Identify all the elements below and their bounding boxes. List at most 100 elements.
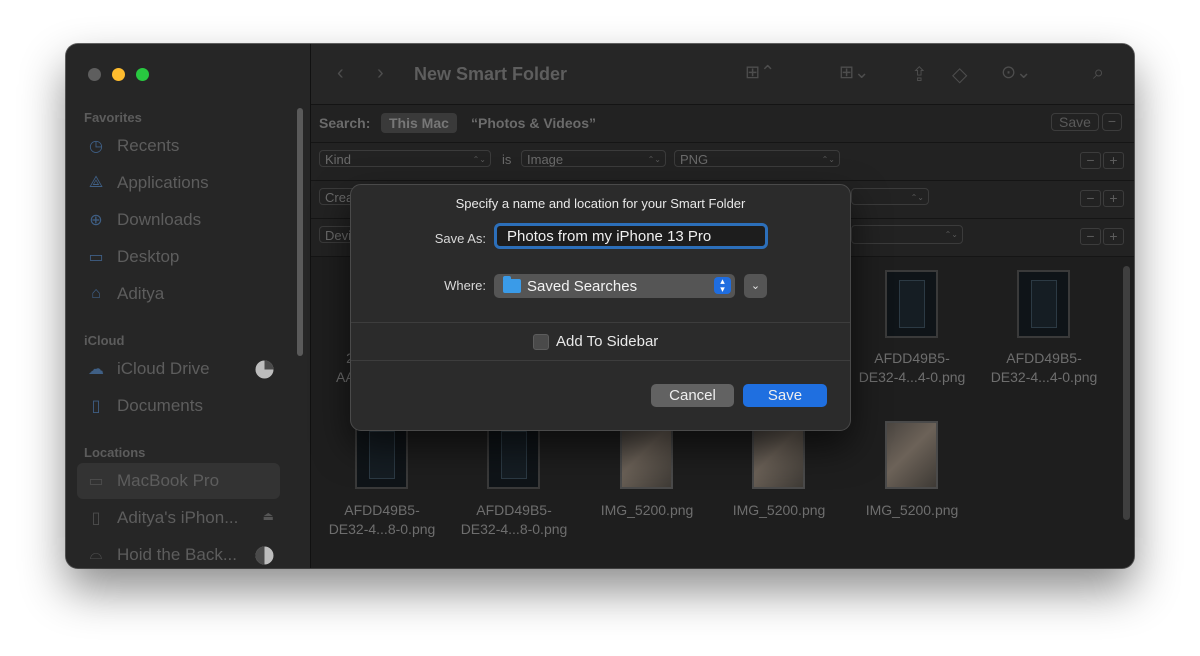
sidebar-item-downloads[interactable]: ⊕ Downloads [77, 202, 280, 238]
file-thumbnail[interactable] [885, 270, 938, 338]
remove-criteria-button[interactable]: − [1080, 152, 1101, 169]
criteria-text-field[interactable] [851, 225, 963, 244]
file-thumbnail[interactable] [620, 421, 673, 489]
save-button[interactable]: Save [743, 384, 827, 407]
criteria-subvalue-popup[interactable]: PNG [674, 150, 840, 168]
sidebar-item-label: Documents [117, 396, 203, 415]
add-to-sidebar-label[interactable]: Add To Sidebar [556, 333, 658, 350]
add-criteria-button[interactable]: + [1103, 152, 1124, 169]
sidebar-section-icloud: iCloud [84, 333, 125, 348]
remove-search-button[interactable]: − [1102, 113, 1122, 131]
zoom-button[interactable] [136, 68, 149, 81]
criteria-row: Kind is Image PNG − + [311, 143, 1134, 181]
clock-icon: ◷ [89, 138, 103, 155]
file-thumbnail[interactable] [752, 421, 805, 489]
sidebar-section-favorites: Favorites [84, 110, 142, 125]
eject-icon[interactable]: ⏏ [263, 509, 274, 523]
sidebar-item-label: Downloads [117, 210, 202, 229]
save-search-button[interactable]: Save [1051, 113, 1099, 131]
criteria-attribute-popup[interactable]: Kind [319, 150, 491, 168]
minimize-button[interactable] [112, 68, 125, 81]
toolbar: ‹ › New Smart Folder ⊞⌃ ⊞⌄ ⇪ ◇ ⊙⌄ ⌕ [311, 44, 1134, 105]
view-grid-icon[interactable]: ⊞⌃ [745, 62, 775, 83]
tag-icon[interactable]: ◇ [952, 62, 967, 87]
where-value: Saved Searches [527, 277, 638, 295]
add-criteria-button[interactable]: + [1103, 190, 1124, 207]
laptop-icon: ▭ [88, 473, 104, 490]
sidebar-item-icloud-drive[interactable]: ☁ iCloud Drive [77, 351, 280, 387]
expand-dialog-button[interactable]: ⌄ [744, 274, 767, 298]
sidebar-item-label: Applications [117, 173, 209, 192]
close-button[interactable] [88, 68, 101, 81]
remove-criteria-button[interactable]: − [1080, 190, 1101, 207]
sidebar-item-iphone[interactable]: ▯ Aditya's iPhon... ⏏ [77, 500, 280, 536]
sidebar-scrollbar[interactable] [297, 108, 303, 356]
cancel-button[interactable]: Cancel [651, 384, 734, 407]
desktop-icon: ▭ [88, 249, 104, 266]
save-as-label: Save As: [434, 231, 486, 246]
divider [351, 360, 850, 361]
scope-photos-videos[interactable]: “Photos & Videos” [471, 115, 596, 131]
search-label: Search: [319, 115, 371, 131]
file-caption[interactable]: AFDD49B5- DE32-4...4-0.png [979, 349, 1109, 387]
sync-progress-icon [255, 360, 274, 384]
sidebar-item-label: MacBook Pro [117, 471, 220, 490]
sidebar-item-recents[interactable]: ◷ Recents [77, 128, 280, 164]
share-icon[interactable]: ⇪ [911, 62, 928, 87]
where-label: Where: [444, 278, 486, 293]
file-thumbnail[interactable] [1017, 270, 1070, 338]
forward-icon[interactable]: › [377, 62, 384, 85]
sidebar-item-label: iCloud Drive [117, 359, 210, 378]
content-scrollbar[interactable] [1123, 266, 1130, 520]
backup-progress-icon [255, 546, 274, 568]
sidebar-item-aditya[interactable]: ⌂ Aditya [77, 276, 280, 312]
sidebar-item-label: Desktop [117, 247, 180, 266]
applications-icon: ⟁ [88, 174, 104, 191]
add-criteria-button[interactable]: + [1103, 228, 1124, 245]
divider [351, 322, 850, 323]
sidebar-item-label: Aditya's iPhon... [117, 508, 239, 527]
file-caption[interactable]: AFDD49B5- DE32-4...8-0.png [449, 501, 579, 539]
sidebar-item-applications[interactable]: ⟁ Applications [77, 165, 280, 201]
file-thumbnail[interactable] [885, 421, 938, 489]
criteria-value-popup[interactable]: Image [521, 150, 666, 168]
drive-icon: ⌓ [89, 546, 103, 563]
search-scope-bar: Search: This Mac “Photos & Videos” Save … [311, 105, 1134, 143]
sidebar-item-desktop[interactable]: ▭ Desktop [77, 239, 280, 275]
window-title: New Smart Folder [414, 64, 568, 84]
downloads-icon: ⊕ [89, 212, 103, 229]
sidebar-item-documents[interactable]: ▯ Documents [77, 388, 280, 424]
criteria-operator: is [502, 152, 512, 167]
iphone-icon: ▯ [91, 510, 101, 527]
group-icon[interactable]: ⊞⌄ [839, 62, 869, 83]
sidebar-item-label: Hoid the Back... [117, 545, 238, 564]
back-icon[interactable]: ‹ [337, 62, 344, 85]
save-as-input[interactable] [494, 223, 768, 249]
search-icon[interactable]: ⌕ [1093, 62, 1104, 85]
more-icon[interactable]: ⊙⌄ [1001, 62, 1031, 83]
file-caption[interactable]: IMG_5200.png [714, 501, 844, 520]
sidebar-section-locations: Locations [84, 445, 146, 460]
sidebar-item-backup-drive[interactable]: ⌓ Hoid the Back... [77, 537, 280, 568]
file-caption[interactable]: IMG_5200.png [582, 501, 712, 520]
sidebar-item-label: Recents [117, 136, 180, 155]
save-smart-folder-dialog: Specify a name and location for your Sma… [350, 184, 851, 431]
cloud-icon: ☁ [88, 361, 104, 378]
file-caption[interactable]: AFDD49B5- DE32-4...8-0.png [317, 501, 447, 539]
remove-criteria-button[interactable]: − [1080, 228, 1101, 245]
file-caption[interactable]: AFDD49B5- DE32-4...4-0.png [847, 349, 977, 387]
sidebar: Favorites ◷ Recents ⟁ Applications ⊕ Dow… [66, 44, 311, 568]
file-thumbnail[interactable] [355, 421, 408, 489]
add-to-sidebar-checkbox[interactable] [533, 334, 549, 350]
document-icon: ▯ [91, 398, 101, 415]
sidebar-item-label: Aditya [117, 284, 165, 303]
criteria-date-popup[interactable] [851, 188, 929, 206]
sidebar-item-macbook-pro[interactable]: ▭ MacBook Pro [77, 463, 280, 499]
popup-stepper-icon: ▴ ▾ [714, 277, 731, 294]
home-icon: ⌂ [91, 285, 101, 302]
where-popup[interactable]: Saved Searches ▴ ▾ [494, 274, 735, 298]
file-caption[interactable]: IMG_5200.png [847, 501, 977, 520]
file-thumbnail[interactable] [487, 421, 540, 489]
dialog-title: Specify a name and location for your Sma… [455, 196, 746, 211]
scope-this-mac[interactable]: This Mac [381, 113, 457, 133]
